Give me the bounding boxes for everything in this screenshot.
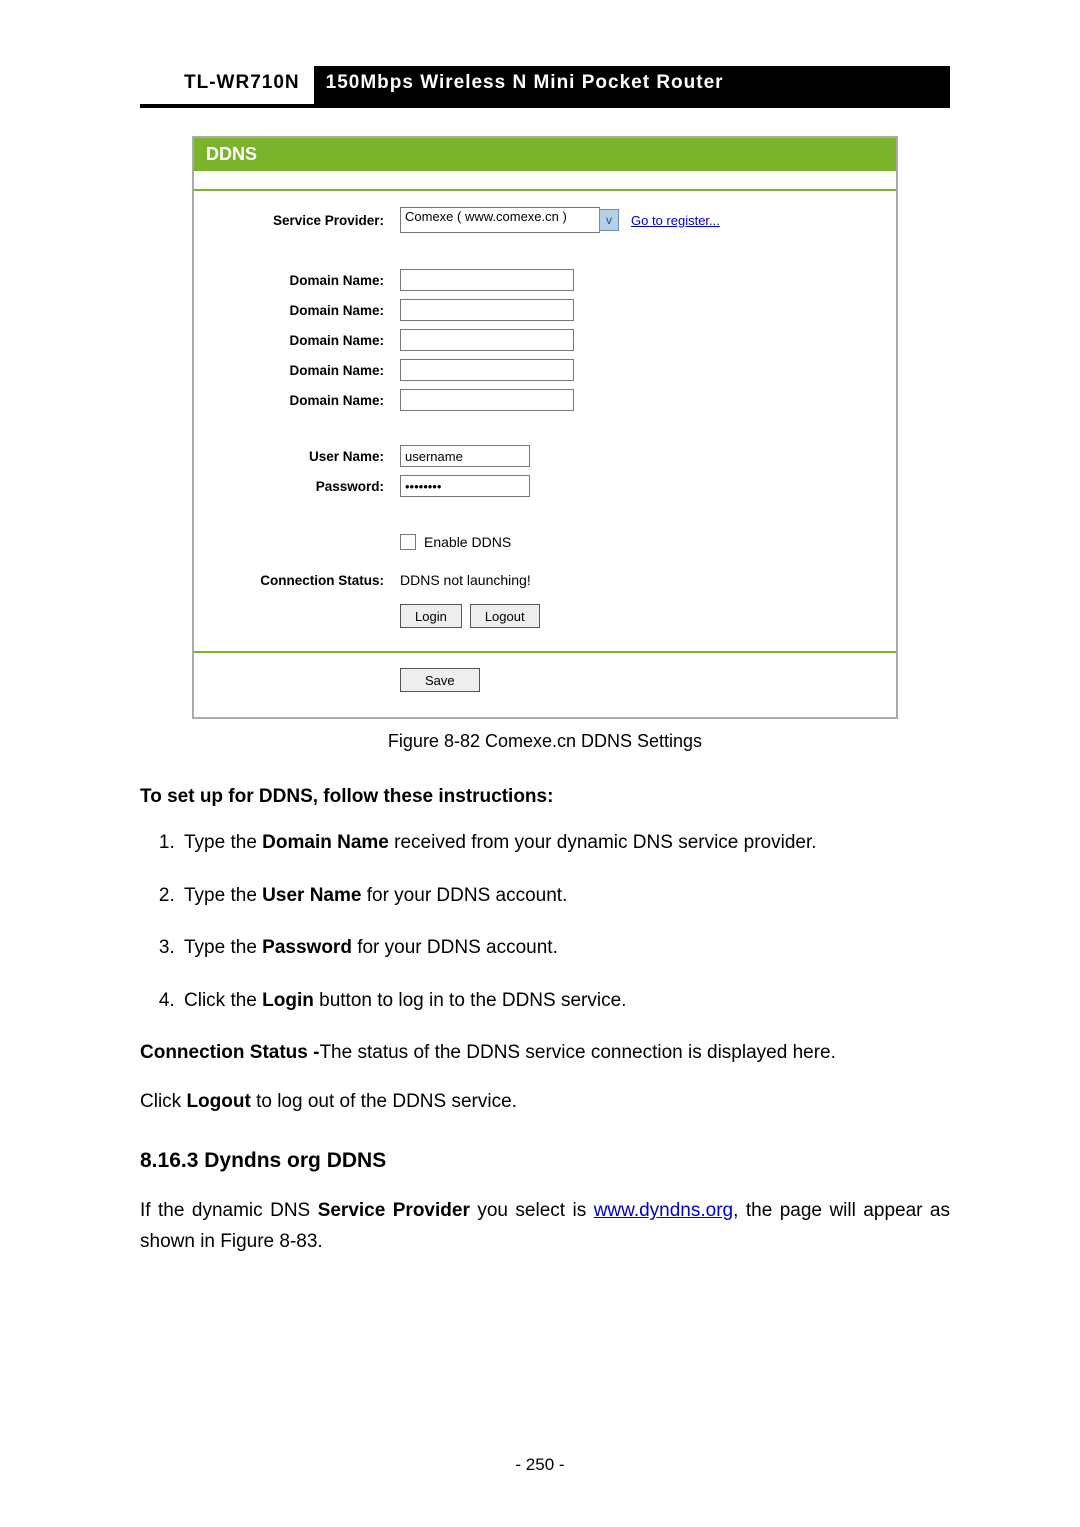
instruction-list: Type the Domain Name received from your …	[140, 828, 950, 1016]
list-item: Type the Password for your DDNS account.	[180, 933, 950, 963]
section-heading: 8.16.3 Dyndns org DDNS	[140, 1144, 950, 1178]
doc-header: TL-WR710N 150Mbps Wireless N Mini Pocket…	[140, 66, 950, 108]
ddns-settings-figure: DDNS Service Provider: Comexe ( www.come…	[192, 136, 898, 719]
connection-status-value: DDNS not launching!	[400, 572, 531, 588]
panel-title: DDNS	[194, 138, 896, 171]
instructions-heading: To set up for DDNS, follow these instruc…	[140, 782, 950, 812]
domain-name-label-4: Domain Name:	[214, 363, 400, 378]
enable-ddns-checkbox[interactable]	[400, 534, 416, 550]
domain-name-label-1: Domain Name:	[214, 273, 400, 288]
domain-name-input-4[interactable]	[400, 359, 574, 381]
service-provider-label: Service Provider:	[214, 213, 400, 228]
domain-name-label-2: Domain Name:	[214, 303, 400, 318]
list-item: Type the Domain Name received from your …	[180, 828, 950, 858]
chevron-down-icon[interactable]: v	[599, 209, 619, 231]
list-item: Click the Login button to log in to the …	[180, 986, 950, 1016]
login-button[interactable]: Login	[400, 604, 462, 628]
domain-name-input-5[interactable]	[400, 389, 574, 411]
logout-button[interactable]: Logout	[470, 604, 540, 628]
username-label: User Name:	[214, 449, 400, 464]
model-number: TL-WR710N	[140, 66, 314, 104]
password-label: Password:	[214, 479, 400, 494]
product-desc: 150Mbps Wireless N Mini Pocket Router	[314, 66, 950, 104]
list-item: Type the User Name for your DDNS account…	[180, 881, 950, 911]
enable-ddns-label: Enable DDNS	[424, 534, 511, 550]
service-provider-select[interactable]: Comexe ( www.comexe.cn )	[400, 207, 600, 233]
logout-paragraph: Click Logout to log out of the DDNS serv…	[140, 1087, 950, 1117]
dyndns-paragraph: If the dynamic DNS Service Provider you …	[140, 1196, 950, 1257]
figure-caption: Figure 8-82 Comexe.cn DDNS Settings	[140, 731, 950, 752]
go-to-register-link[interactable]: Go to register...	[631, 213, 720, 228]
username-input[interactable]	[400, 445, 530, 467]
domain-name-input-2[interactable]	[400, 299, 574, 321]
domain-name-input-1[interactable]	[400, 269, 574, 291]
domain-name-input-3[interactable]	[400, 329, 574, 351]
page-number: - 250 -	[0, 1455, 1080, 1475]
connection-status-paragraph: Connection Status -The status of the DDN…	[140, 1038, 950, 1068]
connection-status-label: Connection Status:	[214, 573, 400, 588]
password-input[interactable]	[400, 475, 530, 497]
save-button[interactable]: Save	[400, 668, 480, 692]
dyndns-link[interactable]: www.dyndns.org	[594, 1200, 733, 1221]
domain-name-label-3: Domain Name:	[214, 333, 400, 348]
domain-name-label-5: Domain Name:	[214, 393, 400, 408]
